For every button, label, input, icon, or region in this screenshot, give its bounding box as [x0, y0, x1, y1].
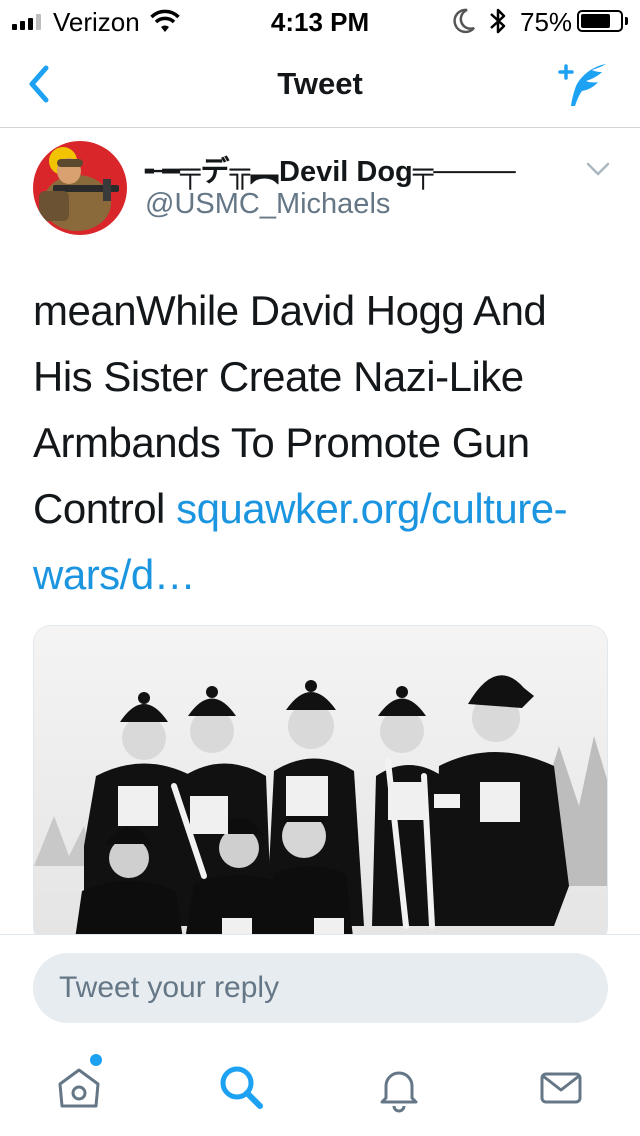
battery-level: [581, 14, 610, 28]
tab-notifications[interactable]: [372, 1060, 426, 1114]
reply-input[interactable]: Tweet your reply: [33, 953, 608, 1023]
notifications-icon: [380, 1071, 418, 1113]
moon-icon: [453, 8, 475, 34]
home-unread-dot: [90, 1054, 102, 1066]
battery-icon: [577, 10, 623, 32]
chevron-down-icon: [586, 162, 610, 176]
tab-messages[interactable]: [534, 1060, 588, 1114]
battery-cap: [625, 17, 628, 25]
reply-bar: Tweet your reply: [0, 934, 640, 1036]
author-name[interactable]: ╾━╤デ╦︻Devil Dog╤────: [145, 148, 516, 190]
tab-search[interactable]: [214, 1060, 268, 1114]
page-title: Tweet: [277, 66, 363, 101]
search-icon: [220, 1066, 263, 1109]
tweet-text: meanWhile David Hogg And His Sister Crea…: [33, 278, 613, 608]
avatar[interactable]: [33, 141, 127, 235]
battery-percent: 75%: [520, 7, 573, 37]
home-icon: [58, 1068, 100, 1108]
tweet-menu-button[interactable]: [584, 160, 612, 180]
tab-bar: [0, 1036, 640, 1136]
messages-icon: [540, 1072, 582, 1104]
status-bar: Verizon 4:13 PM 75%: [0, 0, 640, 40]
compose-tweet-icon: [558, 64, 606, 106]
author-handle[interactable]: @USMC_Michaels: [145, 188, 390, 221]
nav-bar: Tweet: [0, 40, 640, 128]
compose-tweet-button[interactable]: [556, 60, 612, 110]
tweet-media-photo[interactable]: [33, 625, 608, 945]
tab-home[interactable]: [52, 1060, 106, 1114]
photo-image: [34, 626, 607, 944]
bluetooth-icon: [490, 8, 506, 34]
